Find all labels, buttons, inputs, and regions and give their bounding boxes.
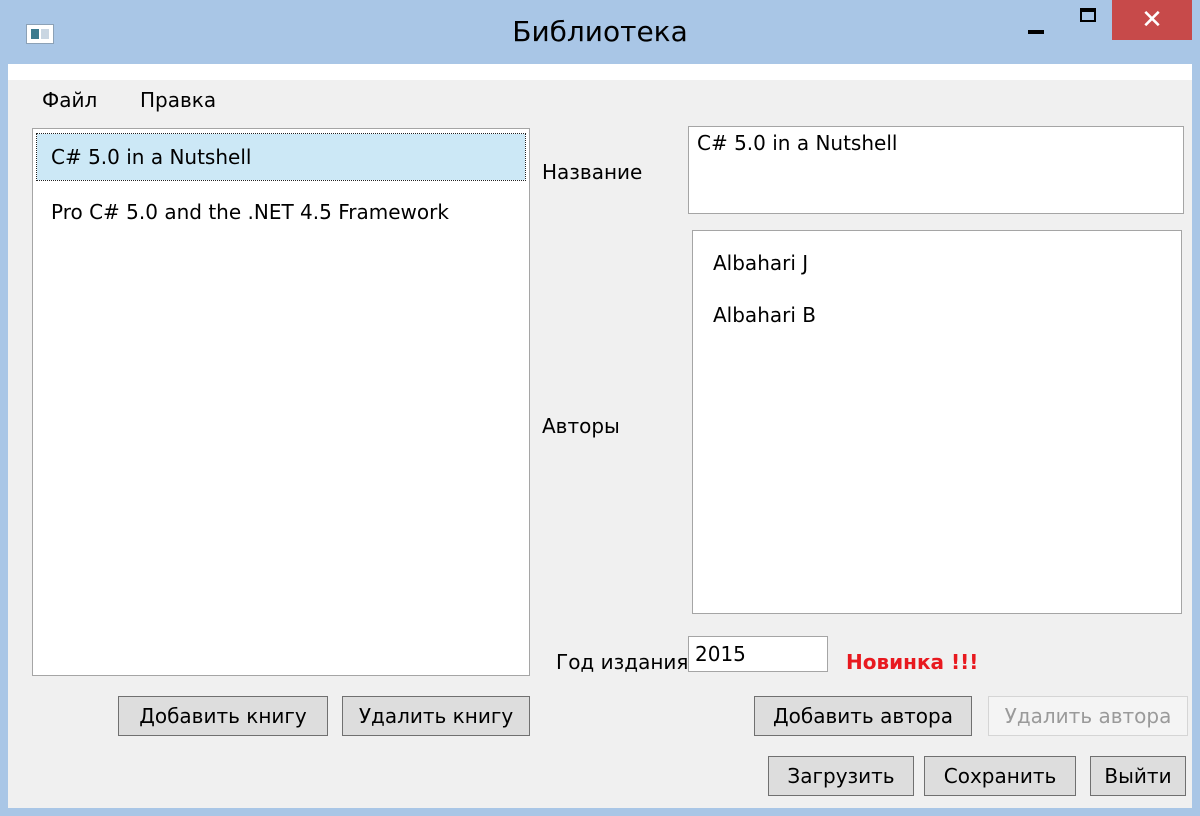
author-list-item[interactable]: Albahari J bbox=[713, 247, 808, 279]
maximize-icon bbox=[1080, 8, 1096, 22]
year-label: Год издания bbox=[556, 650, 689, 674]
book-list[interactable]: C# 5.0 in a Nutshell Pro C# 5.0 and the … bbox=[32, 128, 530, 676]
minimize-icon bbox=[1028, 30, 1044, 34]
title-label: Название bbox=[542, 160, 643, 184]
add-author-button[interactable]: Добавить автора bbox=[754, 696, 972, 736]
delete-author-button[interactable]: Удалить автора bbox=[988, 696, 1188, 736]
close-button[interactable]: ✕ bbox=[1112, 0, 1192, 40]
year-input[interactable]: 2015 bbox=[688, 636, 828, 672]
exit-button[interactable]: Выйти bbox=[1090, 756, 1186, 796]
book-list-item[interactable]: C# 5.0 in a Nutshell bbox=[36, 133, 526, 181]
app-window: Библиотека ✕ Файл Правка C# 5.0 in a Nut… bbox=[0, 0, 1200, 816]
menu-bar: Файл Правка bbox=[8, 80, 1192, 120]
authors-list[interactable]: Albahari J Albahari B bbox=[692, 230, 1182, 614]
add-book-button[interactable]: Добавить книгу bbox=[118, 696, 328, 736]
close-icon: ✕ bbox=[1141, 5, 1163, 35]
authors-label: Авторы bbox=[542, 414, 620, 438]
author-list-item[interactable]: Albahari B bbox=[713, 299, 816, 331]
title-bar[interactable]: Библиотека ✕ bbox=[0, 0, 1200, 64]
delete-book-button[interactable]: Удалить книгу bbox=[342, 696, 530, 736]
new-badge: Новинка !!! bbox=[846, 650, 979, 674]
menu-file[interactable]: Файл bbox=[42, 80, 97, 120]
menu-edit[interactable]: Правка bbox=[140, 80, 216, 120]
main-panel: C# 5.0 in a Nutshell Pro C# 5.0 and the … bbox=[8, 120, 1192, 808]
book-list-item[interactable]: Pro C# 5.0 and the .NET 4.5 Framework bbox=[37, 189, 525, 235]
maximize-button[interactable] bbox=[1066, 0, 1110, 40]
client-area: Файл Правка C# 5.0 in a Nutshell Pro C# … bbox=[8, 64, 1192, 808]
save-button[interactable]: Сохранить bbox=[924, 756, 1076, 796]
load-button[interactable]: Загрузить bbox=[768, 756, 914, 796]
title-input[interactable]: C# 5.0 in a Nutshell bbox=[688, 126, 1184, 214]
minimize-button[interactable] bbox=[1014, 0, 1058, 40]
